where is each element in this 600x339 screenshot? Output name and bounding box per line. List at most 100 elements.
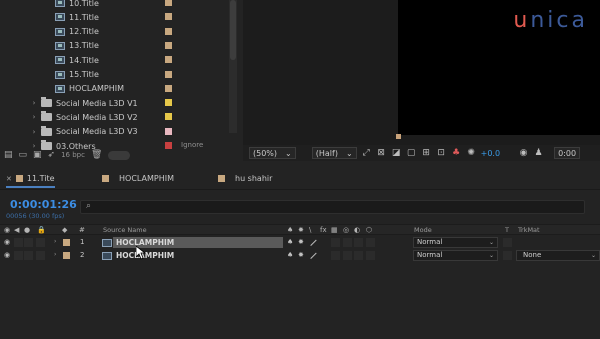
resolution-dropdown[interactable]: (Half) ⌄: [311, 147, 357, 159]
label-color-swatch[interactable]: [165, 70, 172, 78]
current-timecode[interactable]: 0:00:01:26: [10, 198, 77, 211]
chevron-right-icon[interactable]: ›: [54, 238, 56, 245]
region-of-interest-icon[interactable]: ▢: [406, 148, 417, 158]
fast-previews-icon[interactable]: ⤢: [361, 148, 372, 158]
project-comp-item[interactable]: 11.Title: [0, 10, 232, 24]
timeline-search-input[interactable]: ⌕: [80, 200, 585, 214]
toggle-switch[interactable]: [108, 150, 131, 160]
frame-blend-switch[interactable]: [343, 251, 352, 260]
new-folder-icon[interactable]: ▭: [19, 150, 28, 160]
flowchart-icon[interactable]: ➶: [48, 150, 56, 160]
lock-icon[interactable]: 🔒: [37, 226, 46, 234]
eye-icon[interactable]: ◉: [4, 226, 10, 234]
chevron-right-icon[interactable]: ›: [30, 113, 38, 121]
color-channel-icon[interactable]: ♣: [451, 148, 462, 158]
quality-icon[interactable]: \: [309, 226, 311, 234]
interpret-footage-icon[interactable]: ▤: [4, 150, 13, 160]
motion-blur-switch[interactable]: [354, 251, 363, 260]
quality-switch[interactable]: [305, 234, 317, 246]
project-comp-item[interactable]: 15.Title: [0, 68, 232, 82]
quality-switch[interactable]: [305, 247, 317, 259]
collapse-transform-switch[interactable]: ✸: [298, 238, 304, 246]
label-color-swatch[interactable]: [165, 56, 172, 64]
3d-layer-switch[interactable]: [366, 238, 375, 247]
new-comp-icon[interactable]: ▣: [33, 150, 42, 160]
trash-icon[interactable]: 🗑: [91, 150, 102, 160]
project-folder-item[interactable]: › Social Media L3D V2: [0, 110, 232, 124]
bit-depth[interactable]: 16 bpc: [61, 151, 85, 159]
frame-blend-icon[interactable]: ▦: [331, 226, 338, 234]
shy-icon[interactable]: ♠: [287, 226, 293, 234]
audio-switch[interactable]: [14, 238, 23, 247]
project-item-name: Social Media L3D V1: [56, 98, 138, 108]
adjustment-icon[interactable]: ◐: [354, 226, 360, 234]
show-snapshot-icon[interactable]: ♟: [533, 148, 544, 158]
chevron-right-icon[interactable]: ›: [30, 99, 38, 107]
label-color-swatch[interactable]: [165, 13, 172, 21]
project-folder-item[interactable]: › Social Media L3D V1: [0, 96, 232, 110]
trkmat-dropdown[interactable]: None ⌄: [516, 250, 600, 261]
camera-snapshot-icon[interactable]: ◉: [518, 148, 529, 158]
audio-icon[interactable]: ◀: [14, 226, 19, 234]
grid-guides-icon[interactable]: ⊡: [436, 148, 447, 158]
solo-switch[interactable]: [24, 238, 33, 247]
preserve-transparency-switch[interactable]: [503, 238, 512, 247]
label-color-swatch[interactable]: [165, 41, 172, 49]
close-icon[interactable]: ✕: [6, 175, 12, 183]
preserve-transparency-switch[interactable]: [503, 251, 512, 260]
layer-label-color[interactable]: [63, 252, 70, 259]
frame-blend-switch[interactable]: [343, 238, 352, 247]
solo-switch[interactable]: [24, 251, 33, 260]
label-color-swatch[interactable]: [165, 127, 172, 135]
3d-layer-icon[interactable]: ⬡: [366, 226, 372, 234]
tab-11-tite[interactable]: ✕ 11.Tite: [6, 174, 55, 188]
motion-blur-icon[interactable]: ◎: [343, 226, 349, 234]
source-name-header[interactable]: Source Name: [103, 226, 147, 234]
blend-mode-dropdown[interactable]: Normal ⌄: [413, 250, 498, 261]
chevron-right-icon[interactable]: ›: [54, 251, 56, 258]
project-comp-item[interactable]: 14.Title: [0, 53, 232, 67]
eye-icon[interactable]: ◉: [4, 251, 10, 259]
layer-label-color[interactable]: [63, 239, 70, 246]
project-comp-item[interactable]: 10.Title: [0, 0, 232, 10]
snapshot-show-icon[interactable]: ⊞: [421, 148, 432, 158]
audio-switch[interactable]: [14, 251, 23, 260]
fx-switch[interactable]: [331, 238, 340, 247]
label-icon[interactable]: ◆: [62, 226, 67, 234]
3d-layer-switch[interactable]: [366, 251, 375, 260]
canvas-handle[interactable]: [396, 134, 401, 139]
project-comp-item[interactable]: 13.Title: [0, 39, 232, 53]
tab-hu-shahir[interactable]: hu shahir: [218, 174, 272, 183]
timeline-layer-row[interactable]: ◉ › 2 HOCLAMPHIM ♠ ✸ Normal ⌄ None ⌄: [0, 247, 600, 262]
project-folder-item[interactable]: › Social Media L3D V3: [0, 125, 232, 139]
label-color-swatch[interactable]: [165, 84, 172, 92]
project-item-name: 14.Title: [69, 55, 99, 65]
project-comp-item[interactable]: HOCLAMPHIM: [0, 82, 232, 96]
fx-switch[interactable]: [331, 251, 340, 260]
motion-blur-switch[interactable]: [354, 238, 363, 247]
magnification-dropdown[interactable]: (50%) ⌄: [249, 147, 296, 159]
label-color-swatch[interactable]: [165, 99, 172, 107]
chevron-right-icon[interactable]: ›: [30, 128, 38, 136]
lock-switch[interactable]: [36, 238, 45, 247]
exposure-value[interactable]: +0.0: [481, 149, 500, 158]
blend-mode-dropdown[interactable]: Normal ⌄: [413, 237, 498, 248]
label-color-swatch[interactable]: [165, 0, 172, 6]
label-color-swatch[interactable]: [165, 113, 172, 121]
transparency-grid-icon[interactable]: ⊠: [376, 148, 387, 158]
eye-icon[interactable]: ◉: [4, 238, 10, 246]
color-management-icon[interactable]: ✺: [466, 148, 477, 158]
fx-icon[interactable]: fx: [320, 226, 327, 234]
tab-hoclamphim[interactable]: HOCLAMPHIM: [102, 174, 174, 183]
mask-visibility-icon[interactable]: ◪: [391, 148, 402, 158]
collapse-transform-switch[interactable]: ✸: [298, 251, 304, 259]
solo-icon[interactable]: ●: [24, 226, 30, 234]
current-time-display[interactable]: 0:00: [554, 147, 581, 159]
shy-icon[interactable]: ♠: [287, 251, 293, 259]
project-comp-item[interactable]: 12.Title: [0, 25, 232, 39]
lock-switch[interactable]: [36, 251, 45, 260]
collapse-icon[interactable]: ✸: [298, 226, 304, 234]
shy-icon[interactable]: ♠: [287, 238, 293, 246]
label-color-swatch[interactable]: [165, 27, 172, 35]
timeline-layer-row[interactable]: ◉ › 1 HOCLAMPHIM ♠ ✸ Normal ⌄: [0, 234, 600, 249]
